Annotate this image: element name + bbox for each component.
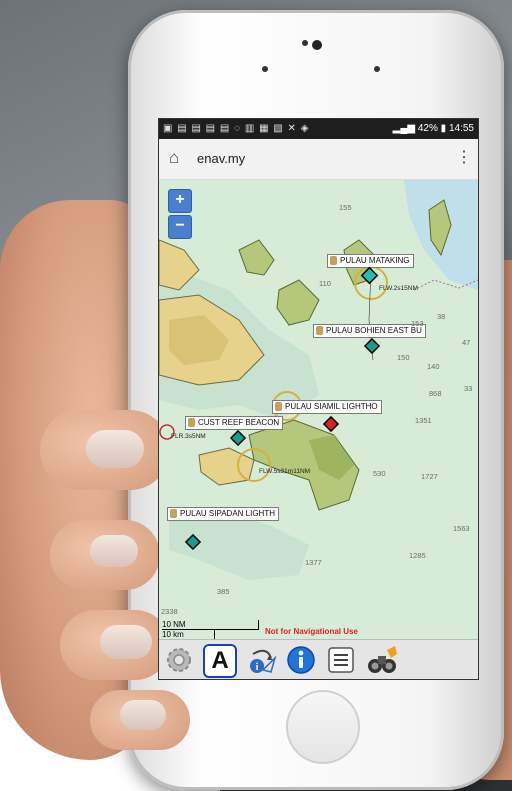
- front-camera: [312, 40, 322, 50]
- fingernail: [90, 535, 138, 567]
- binoculars-button[interactable]: [365, 644, 397, 676]
- map-label-pulau-mataking[interactable]: PULAU MATAKING: [327, 254, 414, 268]
- depth-sounding: 1377: [305, 558, 322, 567]
- depth-sounding: 1563: [453, 524, 470, 533]
- light-characteristic: FLR.3s5NM: [171, 433, 206, 440]
- fingernail: [120, 700, 166, 730]
- depth-sounding: 2338: [161, 607, 178, 616]
- layers-list-button[interactable]: [325, 644, 357, 676]
- info-icon: [287, 646, 315, 674]
- notification-icons: ▣ ▤ ▤ ▤ ▤ ◌ ▥ ▦ ▧ ✕ ◈: [163, 123, 310, 134]
- depth-sounding: 150: [397, 353, 410, 362]
- depth-sounding: 110: [319, 279, 331, 288]
- binoculars-icon: [368, 646, 397, 673]
- info-button[interactable]: [285, 644, 317, 676]
- depth-sounding: 33: [464, 384, 473, 393]
- status-right: ▂▄▆ 42% ▮ 14:55: [393, 119, 474, 139]
- battery-icon: ▮: [440, 123, 447, 134]
- route-info-icon: i: [250, 649, 277, 673]
- settings-button[interactable]: [163, 644, 195, 676]
- scale-bar: 10 NM 10 km: [162, 620, 259, 639]
- overflow-menu-icon[interactable]: ⋮: [456, 148, 472, 168]
- speaker-grille: [262, 40, 382, 74]
- light-characteristic: FLW.2s15NM: [379, 285, 418, 292]
- signal-icon: ▂▄▆: [392, 123, 416, 134]
- nautical-chart-map[interactable]: + − PULAU MATAKING PULAU BOHIEN EAST BU …: [159, 180, 478, 639]
- status-bar: ▣ ▤ ▤ ▤ ▤ ◌ ▥ ▦ ▧ ✕ ◈ ▂▄▆ 42% ▮ 14:55: [159, 119, 478, 139]
- fingernail: [100, 625, 152, 659]
- browser-address-bar: ⌂ enav.my ⋮: [159, 139, 478, 180]
- depth-sounding: 1351: [415, 416, 432, 425]
- depth-sounding: 868: [429, 389, 442, 398]
- map-label-pulau-bohien[interactable]: PULAU BOHIEN EAST BU: [313, 324, 426, 338]
- zoom-in-button[interactable]: +: [168, 189, 192, 213]
- battery-level: 42%: [417, 123, 438, 134]
- lock-icon: [188, 418, 195, 427]
- phone-screen: ▣ ▤ ▤ ▤ ▤ ◌ ▥ ▦ ▧ ✕ ◈ ▂▄▆ 42% ▮ 14:55 ⌂ …: [158, 118, 479, 680]
- lock-icon: [330, 256, 337, 265]
- map-label-pulau-sipadan[interactable]: PULAU SIPADAN LIGHTH: [167, 507, 279, 521]
- depth-sounding: 140: [427, 362, 440, 371]
- lock-icon: [316, 326, 323, 335]
- clock: 14:55: [448, 123, 474, 134]
- lock-icon: [170, 509, 177, 518]
- lock-icon: [275, 402, 282, 411]
- home-icon[interactable]: ⌂: [169, 148, 189, 168]
- scale-nm: 10 NM: [162, 620, 259, 630]
- depth-sounding: 530: [373, 469, 386, 478]
- map-label-pulau-siamil[interactable]: PULAU SIAMIL LIGHTHO: [272, 400, 382, 414]
- depth-sounding: 385: [217, 587, 230, 596]
- text-a-icon: A: [211, 647, 229, 674]
- list-icon: [328, 647, 354, 673]
- scale-km: 10 km: [162, 630, 215, 639]
- depth-sounding: 1285: [409, 551, 426, 560]
- map-label-cust-reef-beacon[interactable]: CUST REEF BEACON: [185, 416, 284, 430]
- route-info-button[interactable]: i: [245, 644, 277, 676]
- home-button[interactable]: [286, 690, 360, 764]
- depth-sounding: 155: [339, 203, 352, 212]
- navigation-disclaimer: Not for Navigational Use: [265, 627, 358, 636]
- url-field[interactable]: enav.my: [197, 149, 447, 169]
- svg-text:i: i: [256, 662, 259, 673]
- depth-sounding: 153: [411, 319, 424, 328]
- gear-icon: [167, 648, 191, 672]
- light-characteristic: FLW.5s31m11NM: [259, 468, 311, 475]
- depth-sounding: 1727: [421, 472, 438, 481]
- fingernail: [86, 430, 144, 468]
- depth-sounding: 47: [462, 338, 471, 347]
- depth-sounding: 38: [437, 312, 446, 321]
- zoom-out-button[interactable]: −: [168, 215, 192, 239]
- text-labels-button[interactable]: A: [203, 644, 237, 678]
- map-toolbar: A i: [159, 639, 478, 679]
